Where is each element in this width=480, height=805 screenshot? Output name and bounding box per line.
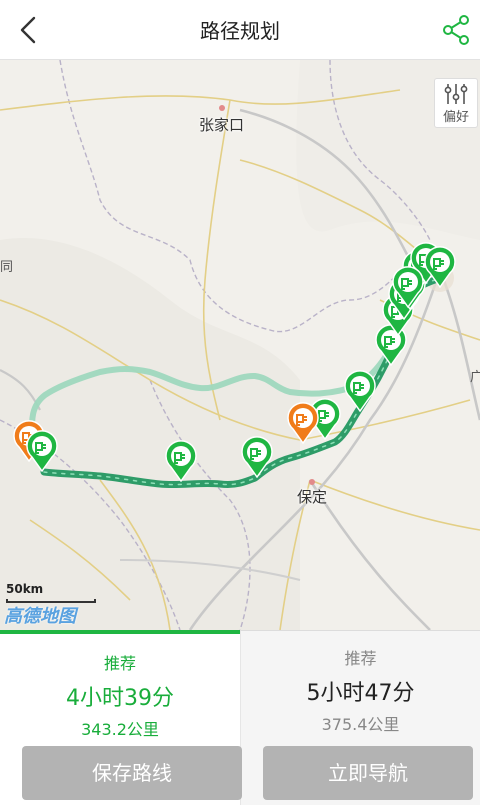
share-icon [443,15,469,45]
preference-button[interactable]: 偏好 [434,78,478,128]
city-label: 保定 [297,488,328,506]
scale-label: 50km [6,582,44,596]
page-title: 路径规划 [200,19,280,43]
charging-pin-icon [424,246,456,289]
save-route-button[interactable]: 保存路线 [22,746,242,800]
charging-station-pin[interactable] [392,266,424,309]
charging-station-pin[interactable] [424,246,456,289]
charging-pin-icon [26,430,58,473]
endpoint-pin[interactable] [287,402,319,445]
charging-station-pin[interactable] [241,436,273,479]
charging-pin-icon [344,370,376,413]
sliders-icon [444,84,468,104]
amap-logo: 高德地图 [4,606,76,627]
charging-station-pin[interactable] [344,370,376,413]
map-background [0,60,480,630]
route-duration: 5小时47分 [306,681,415,706]
charging-station-pin[interactable] [165,440,197,483]
route-distance: 343.2公里 [81,720,159,739]
route-duration: 4小时39分 [66,686,174,711]
charging-pin-icon [241,436,273,479]
route-distance: 375.4公里 [321,715,400,734]
preference-label: 偏好 [442,110,469,125]
charging-station-pin[interactable] [26,430,58,473]
share-button[interactable] [436,10,476,50]
route-tag: 推荐 [103,654,136,673]
city-label-edge: 同 [0,260,14,275]
charging-pin-icon [392,266,424,309]
route-map[interactable]: 张家口 保定 同 广 偏好 50km 高德地图 [0,60,480,630]
city-label-edge: 广 [470,370,480,385]
city-label: 张家口 [199,116,245,134]
app-header: 路径规划 [0,0,480,60]
start-navigation-button[interactable]: 立即导航 [263,746,473,800]
route-tag: 推荐 [344,649,377,668]
charging-pin-icon [165,440,197,483]
map-scale: 50km [6,582,96,604]
charging-pin-icon [287,402,319,445]
